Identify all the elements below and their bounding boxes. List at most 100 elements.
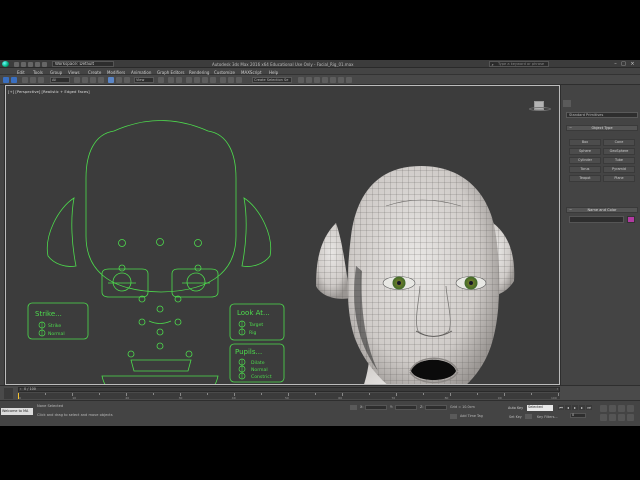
rendered-frame-window-icon[interactable] bbox=[338, 76, 344, 83]
tab-motion[interactable] bbox=[593, 100, 601, 107]
box-button[interactable]: Box bbox=[569, 139, 601, 146]
select-object-icon[interactable] bbox=[74, 76, 80, 83]
maxscript-listener[interactable]: Welcome to MA bbox=[1, 408, 33, 415]
percent-snap-icon[interactable] bbox=[202, 76, 208, 83]
select-manipulate-icon[interactable] bbox=[168, 76, 174, 83]
plane-button[interactable]: Plane bbox=[603, 175, 635, 182]
tab-display[interactable] bbox=[603, 100, 611, 107]
selection-filter-dropdown[interactable]: All bbox=[50, 76, 70, 83]
set-key-button[interactable]: Set Key bbox=[509, 415, 522, 419]
region-select-icon[interactable] bbox=[90, 76, 96, 83]
sphere-button[interactable]: Sphere bbox=[569, 148, 601, 155]
select-rotate-icon[interactable] bbox=[116, 76, 122, 83]
redo-button[interactable] bbox=[11, 76, 17, 83]
zoom-extents-icon[interactable] bbox=[618, 405, 625, 412]
bind-space-warp-icon[interactable] bbox=[38, 76, 44, 83]
material-editor-icon[interactable] bbox=[322, 76, 328, 83]
edit-named-selection-icon[interactable] bbox=[220, 76, 226, 83]
undo-button[interactable] bbox=[3, 76, 9, 83]
menu-create[interactable]: Create bbox=[88, 70, 101, 75]
menu-views[interactable]: Views bbox=[68, 70, 80, 75]
current-frame-field[interactable]: 0 bbox=[570, 413, 586, 418]
undo-icon[interactable] bbox=[35, 61, 40, 67]
menu-group[interactable]: Group bbox=[50, 70, 62, 75]
z-coordinate-field[interactable] bbox=[425, 405, 447, 410]
maximize-icon[interactable]: □ bbox=[620, 61, 627, 67]
zoom-icon[interactable] bbox=[600, 405, 607, 412]
link-icon[interactable] bbox=[22, 76, 28, 83]
next-frame-icon[interactable]: › bbox=[557, 387, 558, 391]
orbit-icon[interactable] bbox=[618, 414, 625, 421]
set-key-icon[interactable] bbox=[525, 414, 532, 419]
layer-explorer-icon[interactable] bbox=[298, 76, 304, 83]
pan-icon[interactable] bbox=[609, 414, 616, 421]
pyramid-button[interactable]: Pyramid bbox=[603, 166, 635, 173]
search-input[interactable]: ⌕ Type a keyword or phrase bbox=[489, 61, 549, 67]
save-icon[interactable] bbox=[28, 61, 33, 67]
unlink-icon[interactable] bbox=[30, 76, 36, 83]
new-file-icon[interactable] bbox=[14, 61, 19, 67]
key-mode-dropdown[interactable]: Selected bbox=[527, 405, 553, 411]
zoom-extents-all-icon[interactable] bbox=[627, 405, 634, 412]
align-icon[interactable] bbox=[236, 76, 242, 83]
object-name-field[interactable] bbox=[569, 216, 624, 223]
snaps-toggle-icon[interactable] bbox=[186, 76, 192, 83]
menu-customize[interactable]: Customize bbox=[214, 70, 235, 75]
track-bar[interactable]: 0 10 20 30 40 50 60 70 80 90 100 bbox=[18, 393, 560, 400]
x-coordinate-field[interactable] bbox=[365, 405, 387, 410]
tab-utilities[interactable] bbox=[613, 100, 621, 107]
cylinder-button[interactable]: Cylinder bbox=[569, 157, 601, 164]
menu-modifiers[interactable]: Modifiers bbox=[107, 70, 125, 75]
tab-hierarchy[interactable] bbox=[583, 100, 591, 107]
viewcube-compass[interactable] bbox=[529, 107, 551, 111]
select-by-name-icon[interactable] bbox=[82, 76, 88, 83]
object-type-rollout[interactable]: − Object Type bbox=[566, 125, 638, 131]
menu-edit[interactable]: Edit bbox=[17, 70, 25, 75]
tab-create[interactable] bbox=[563, 100, 571, 107]
menu-graph-editors[interactable]: Graph Editors bbox=[157, 70, 184, 75]
cone-button[interactable]: Cone bbox=[603, 139, 635, 146]
menu-help[interactable]: Help bbox=[269, 70, 278, 75]
time-slider[interactable]: ‹ 0 / 100 › bbox=[18, 387, 560, 392]
name-color-rollout[interactable]: − Name and Color bbox=[566, 207, 638, 213]
mirror-icon[interactable] bbox=[228, 76, 234, 83]
redo-icon[interactable] bbox=[42, 61, 47, 67]
perspective-viewport[interactable]: [+] [Perspective] [Realistic + Edged Fac… bbox=[5, 85, 560, 385]
spinner-snap-icon[interactable] bbox=[210, 76, 216, 83]
angle-snap-icon[interactable] bbox=[194, 76, 200, 83]
category-dropdown[interactable]: Standard Primitives bbox=[566, 112, 638, 118]
app-logo-icon[interactable] bbox=[2, 61, 9, 67]
key-filters-button[interactable]: Key Filters... bbox=[537, 415, 558, 419]
go-to-start-icon[interactable]: ⏮ bbox=[558, 405, 564, 410]
time-tag-icon[interactable] bbox=[450, 414, 457, 419]
open-file-icon[interactable] bbox=[21, 61, 26, 67]
y-coordinate-field[interactable] bbox=[395, 405, 417, 410]
maximize-viewport-icon[interactable] bbox=[627, 414, 634, 421]
lock-selection-icon[interactable] bbox=[350, 405, 357, 410]
render-setup-icon[interactable] bbox=[330, 76, 336, 83]
torus-button[interactable]: Torus bbox=[569, 166, 601, 173]
tube-button[interactable]: Tube bbox=[603, 157, 635, 164]
workspace-dropdown[interactable]: Workspace: Default bbox=[52, 61, 114, 67]
menu-tools[interactable]: Tools bbox=[33, 70, 43, 75]
menu-rendering[interactable]: Rendering bbox=[189, 70, 209, 75]
menu-animation[interactable]: Animation bbox=[131, 70, 151, 75]
play-icon[interactable]: ▸ bbox=[572, 405, 578, 410]
prev-frame-icon[interactable]: ‹ bbox=[20, 387, 21, 391]
zoom-all-icon[interactable] bbox=[609, 405, 616, 412]
named-selection-dropdown[interactable]: Create Selection Se bbox=[252, 76, 292, 83]
close-icon[interactable]: × bbox=[629, 61, 636, 67]
go-to-end-icon[interactable]: ⏭ bbox=[586, 405, 592, 410]
field-of-view-icon[interactable] bbox=[600, 414, 607, 421]
previous-key-icon[interactable]: ◂ bbox=[565, 405, 571, 410]
object-color-swatch[interactable] bbox=[627, 216, 635, 223]
tab-modify[interactable] bbox=[573, 100, 581, 107]
schematic-view-icon[interactable] bbox=[314, 76, 320, 83]
select-scale-icon[interactable] bbox=[124, 76, 130, 83]
select-move-icon[interactable] bbox=[108, 76, 114, 83]
render-production-icon[interactable] bbox=[346, 76, 352, 83]
auto-key-button[interactable]: Auto Key bbox=[508, 406, 523, 411]
minimize-icon[interactable]: – bbox=[612, 61, 619, 67]
pivot-center-icon[interactable] bbox=[158, 76, 164, 83]
reference-coordinate-dropdown[interactable]: View bbox=[134, 76, 154, 83]
